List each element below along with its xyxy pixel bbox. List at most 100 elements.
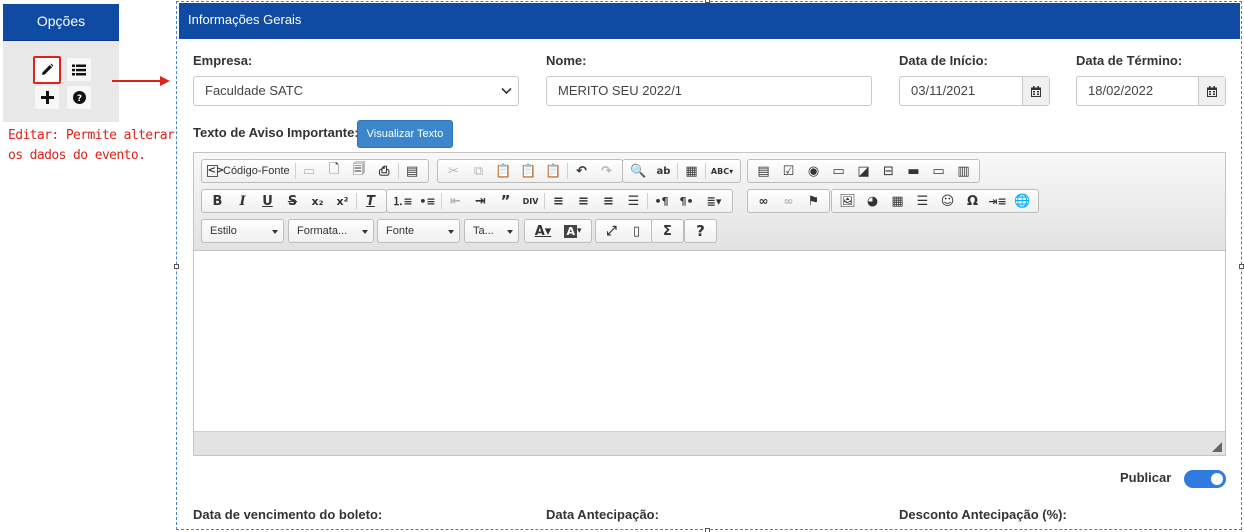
templates-icon[interactable]: ▤ [400,161,425,181]
rtl-icon[interactable]: ¶• [674,191,699,211]
sigma-icon[interactable]: Σ [655,221,680,241]
spellcheck-icon[interactable]: ABC▾ [707,161,737,181]
print-icon[interactable]: ⎙ [372,161,397,181]
visualizar-texto-button[interactable]: Visualizar Texto [357,120,453,148]
bulleted-list-icon[interactable]: •≡ [415,191,440,211]
radio-icon[interactable]: ◉ [801,161,826,181]
select-field-icon[interactable]: ⊟ [876,161,901,181]
find-icon[interactable]: 🔍 [626,161,651,181]
toolbar-group-colors: A▾ A ▾ [524,219,592,243]
numbered-list-icon[interactable]: ⒈≡ [390,191,415,211]
maximize-icon[interactable]: ⤢ [599,221,624,241]
panel-title: Informações Gerais [179,3,1240,39]
align-justify-icon[interactable]: ☰ [621,191,646,211]
show-blocks-icon[interactable]: ▯ [624,221,649,241]
remove-format-icon[interactable]: T [358,191,383,211]
annotation-text: Editar: Permite alterar os dados do even… [8,128,175,163]
resize-grip-icon[interactable] [1212,442,1222,452]
size-combo[interactable]: Ta... [464,219,519,243]
image-icon[interactable]: 🖼 [835,191,860,211]
textfield-icon[interactable]: ▭ [826,161,851,181]
font-combo[interactable]: Fonte [377,219,460,243]
data-termino-calendar-button[interactable] [1198,77,1225,105]
subscript-icon[interactable]: x₂ [305,191,330,211]
editor-toolbar: <> Código-Fonte ▭ 🗋 🗐 ⎙ ▤ ✂ ⧉ 📋 📋 📋 ↶ ↷ … [194,153,1225,251]
iframe-icon[interactable]: 🌐 [1010,191,1035,211]
div-icon[interactable]: DIV [518,191,543,211]
align-center-icon[interactable]: ≡ [571,191,596,211]
toolbar-group-document: <> Código-Fonte ▭ 🗋 🗐 ⎙ ▤ [201,159,429,183]
calendar-icon [1031,85,1041,97]
data-inicio-calendar-button[interactable] [1022,77,1049,105]
about-icon[interactable]: ? [688,221,713,241]
resize-handle-right[interactable] [1239,264,1244,269]
image-button-icon[interactable]: ▭ [926,161,951,181]
toolbar-group-math: Σ [651,219,684,243]
paste-text-icon[interactable]: 📋 [516,161,541,181]
select-all-icon[interactable]: ▦ [679,161,704,181]
replace-icon[interactable]: ab [651,161,676,181]
editor-content-area[interactable] [194,251,1225,431]
nome-input[interactable]: MERITO SEU 2022/1 [546,76,872,106]
underline-icon[interactable]: U [255,191,280,211]
resize-handle-bottom[interactable] [705,528,710,532]
horizontal-rule-icon[interactable]: ☰ [910,191,935,211]
edit-button[interactable] [33,56,61,84]
save-icon[interactable]: ▭ [297,161,322,181]
toolbar-group-links: ∞ ∞ ⚑ [747,189,830,213]
bg-color-icon[interactable]: A ▾ [558,221,588,241]
font-combo-label: Fonte [386,225,415,237]
data-inicio-input[interactable]: 03/11/2021 [899,76,1050,106]
button-field-icon[interactable]: ▬ [901,161,926,181]
italic-icon[interactable]: I [230,191,255,211]
textarea-icon[interactable]: ◪ [851,161,876,181]
table-icon[interactable]: ▦ [885,191,910,211]
page-break-icon[interactable]: ⇥≡ [985,191,1010,211]
cut-icon[interactable]: ✂ [441,161,466,181]
resize-handle-left[interactable] [174,264,179,269]
align-right-icon[interactable]: ≡ [596,191,621,211]
list-button[interactable] [67,58,91,81]
preview-icon[interactable]: 🗐 [347,161,372,181]
toolbar-group-insert: 🖼 ◕ ▦ ☰ ☺ Ω ⇥≡ 🌐 [831,189,1039,213]
flash-icon[interactable]: ◕ [860,191,885,211]
vencimento-label: Data de vencimento do boleto: [193,507,383,522]
chevron-down-icon [501,87,512,95]
indent-icon[interactable]: ⇥ [468,191,493,211]
text-color-icon[interactable]: A▾ [528,221,558,241]
redo-icon[interactable]: ↷ [594,161,619,181]
language-icon[interactable]: ≣▾ [699,191,729,211]
superscript-icon[interactable]: x² [330,191,355,211]
source-button[interactable]: Código-Fonte [219,161,294,181]
ltr-icon[interactable]: •¶ [649,191,674,211]
strike-icon[interactable]: S [280,191,305,211]
copy-icon[interactable]: ⧉ [466,161,491,181]
publicar-toggle[interactable] [1184,470,1226,488]
source-icon: <> [206,165,225,177]
anchor-icon[interactable]: ⚑ [801,191,826,211]
annotation-arrow [112,76,170,86]
outdent-icon[interactable]: ⇤ [443,191,468,211]
question-circle-icon: ? [72,91,86,104]
style-combo[interactable]: Estilo [201,219,284,243]
add-button[interactable] [35,86,59,109]
help-button[interactable]: ? [67,86,91,109]
hidden-field-icon[interactable]: ▥ [951,161,976,181]
align-left-icon[interactable]: ≡ [546,191,571,211]
checkbox-icon[interactable]: ☑ [776,161,801,181]
special-char-icon[interactable]: Ω [960,191,985,211]
bold-icon[interactable]: B [205,191,230,211]
smiley-icon[interactable]: ☺ [935,191,960,211]
blockquote-icon[interactable]: ” [493,191,518,211]
new-page-icon[interactable]: 🗋 [322,161,347,181]
empresa-value: Faculdade SATC [205,83,304,98]
link-icon[interactable]: ∞ [751,191,776,211]
unlink-icon[interactable]: ∞ [776,191,801,211]
data-termino-input[interactable]: 18/02/2022 [1076,76,1226,106]
form-icon[interactable]: ▤ [751,161,776,181]
undo-icon[interactable]: ↶ [569,161,594,181]
empresa-select[interactable]: Faculdade SATC [193,76,519,106]
format-combo[interactable]: Formata... [288,219,374,243]
paste-icon[interactable]: 📋 [491,161,516,181]
paste-word-icon[interactable]: 📋 [541,161,566,181]
